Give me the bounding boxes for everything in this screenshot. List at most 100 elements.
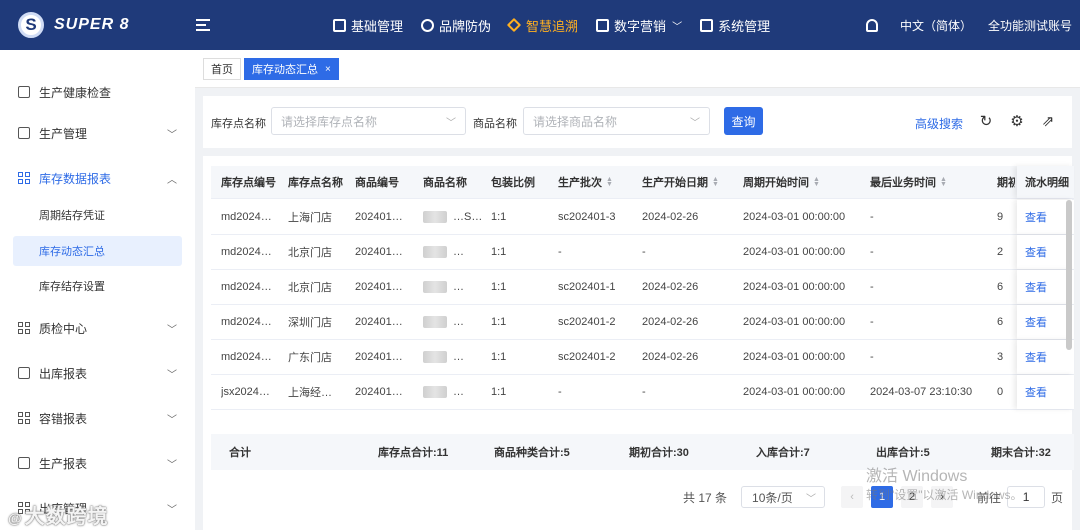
chevron-down-icon: ﹀ (167, 504, 177, 516)
advanced-search-link[interactable]: 高级搜索 (915, 115, 963, 132)
cell-code: jsx2024… (221, 386, 270, 398)
search-panel: 库存点名称 请选择库存点名称 ﹀ 商品名称 请选择商品名称 ﹀ 查询 高级搜索 … (203, 96, 1072, 148)
top-navbar: S SUPER 8 基础管理 品牌防伪 智慧追溯 数字营销 ﹀ 系统管理 中文（… (0, 0, 1080, 50)
cell-last-time: - (870, 316, 874, 328)
cell-code: md2024… (221, 351, 272, 363)
summary-closing: 期末合计:32 (991, 447, 1051, 459)
tab-inventory-summary[interactable]: 库存动态汇总 × (244, 58, 339, 80)
document-icon (18, 457, 30, 469)
box-icon (596, 18, 610, 32)
export-icon[interactable]: ⇗ (1040, 113, 1056, 130)
sidebar-item-production[interactable]: 生产管理 ﹀ (0, 115, 195, 151)
chevron-down-icon: ﹀ (167, 129, 177, 141)
nav-item-label: 数字营销 (614, 18, 667, 34)
document-icon (18, 86, 30, 98)
sidebar-item-label: 质检中心 (39, 321, 88, 336)
table-row: md2024… 上海门店 202401… …S… 1:1 sc202401-3 2024-0… (211, 200, 1074, 235)
tab-label: 库存动态汇总 (252, 64, 318, 76)
prev-page-button[interactable]: ‹ (841, 486, 864, 508)
menu-toggle-icon[interactable] (196, 16, 210, 34)
bell-icon[interactable] (865, 18, 878, 32)
language-selector[interactable]: 中文（简体） (900, 17, 972, 34)
vertical-scrollbar[interactable] (1066, 200, 1072, 430)
nav-item-basic[interactable]: 基础管理 (324, 0, 412, 50)
col-header-sortable[interactable]: 生产开始日期 ▲ ▼ (642, 166, 719, 198)
chevron-down-icon: ﹀ (672, 21, 683, 33)
nav-item-label: 品牌防伪 (439, 18, 492, 34)
blurred-text (423, 316, 447, 328)
query-button[interactable]: 查询 (724, 107, 763, 135)
sort-icon[interactable]: ▲ ▼ (813, 176, 820, 188)
view-link[interactable]: 查看 (1025, 384, 1047, 400)
sidebar-item-production-report[interactable]: 生产报表 ﹀ (0, 445, 195, 481)
summary-inbound: 入库合计:7 (756, 447, 810, 459)
cell-pcode: 202401… (355, 211, 403, 223)
nav-item-system[interactable]: 系统管理 (691, 0, 779, 50)
close-icon[interactable]: × (325, 64, 331, 75)
view-link[interactable]: 查看 (1025, 209, 1047, 225)
cell-pname-text: …S… (453, 211, 483, 223)
tab-home[interactable]: 首页 (203, 58, 241, 80)
col-header-sortable[interactable]: 最后业务时间 ▲ ▼ (870, 166, 947, 198)
summary-outbound: 出库合计:5 (876, 447, 930, 459)
sort-icon[interactable]: ▲ ▼ (606, 176, 613, 188)
page-size-select[interactable]: 10条/页 ﹀ (741, 486, 826, 508)
sort-icon[interactable]: ▲ ▼ (712, 176, 719, 188)
chevron-down-icon: ﹀ (690, 117, 700, 129)
page-unit: 页 (1051, 490, 1064, 505)
cell-opening: 3 (997, 351, 1004, 363)
cell-pname: … (423, 305, 464, 339)
view-link[interactable]: 查看 (1025, 314, 1047, 330)
sidebar-sub-inventory-summary[interactable]: 库存动态汇总 (13, 236, 182, 266)
nav-item-trace[interactable]: 智慧追溯 (500, 0, 587, 50)
chevron-down-icon: ﹀ (167, 459, 177, 471)
cell-code: md2024… (221, 211, 272, 223)
sidebar-item-qc[interactable]: 质检中心 ﹀ (0, 310, 195, 346)
image-icon (18, 367, 30, 379)
grid-icon (18, 322, 30, 334)
chevron-down-icon: ﹀ (167, 369, 177, 381)
sidebar-sub-balance-settings[interactable]: 库存结存设置 (13, 271, 182, 301)
main-nav: 基础管理 品牌防伪 智慧追溯 数字营销 ﹀ 系统管理 (324, 0, 779, 50)
scroll-thumb[interactable] (1066, 200, 1072, 350)
view-link[interactable]: 查看 (1025, 349, 1047, 365)
cell-start-date: - (642, 246, 646, 258)
col-header-sortable[interactable]: 周期开始时间 ▲ ▼ (743, 166, 820, 198)
cell-last-time: - (870, 351, 874, 363)
pagination-total: 共 17 条 (683, 490, 728, 505)
summary-product-kinds: 商品种类合计:5 (494, 447, 570, 459)
cell-opening: 9 (997, 211, 1004, 223)
sidebar-sub-cycle-voucher[interactable]: 周期结存凭证 (13, 200, 182, 230)
nav-item-brand[interactable]: 品牌防伪 (412, 0, 500, 50)
tabs-bar: 首页 库存动态汇总 × (195, 50, 1080, 88)
view-link[interactable]: 查看 (1025, 279, 1047, 295)
cell-last-time: 2024-03-07 23:10:30 (870, 386, 973, 398)
cell-ratio: 1:1 (491, 211, 507, 223)
logo[interactable]: S SUPER 8 (0, 12, 190, 38)
view-link[interactable]: 查看 (1025, 244, 1047, 260)
cell-code: md2024… (221, 246, 272, 258)
sidebar-item-fault-report[interactable]: 容错报表 ﹀ (0, 400, 195, 436)
sidebar-item-label: 库存数据报表 (39, 171, 112, 186)
sidebar-item-outbound-report[interactable]: 出库报表 ﹀ (0, 355, 195, 391)
refresh-icon[interactable]: ↻ (978, 113, 994, 130)
account-name[interactable]: 全功能测试账号 (988, 17, 1072, 34)
col-header-sortable[interactable]: 生产批次 ▲ ▼ (558, 166, 613, 198)
search-icon (421, 18, 435, 32)
sidebar-item-label: 生产报表 (39, 456, 88, 471)
cell-start-date: 2024-02-26 (642, 281, 699, 293)
warehouse-select[interactable]: 请选择库存点名称 ﹀ (271, 107, 466, 135)
cell-pname: … (423, 235, 464, 269)
sidebar-item-inventory-reports[interactable]: 库存数据报表 ︿ (0, 160, 195, 196)
nav-item-marketing[interactable]: 数字营销 ﹀ (587, 0, 691, 50)
sidebar-item-health-check[interactable]: 生产健康检查 (0, 74, 195, 110)
cell-ratio: 1:1 (491, 316, 507, 328)
gear-icon[interactable]: ⚙ (1009, 113, 1025, 130)
chevron-down-icon: ﹀ (167, 324, 177, 336)
table-header: 库存点编号 库存点名称 商品编号 商品名称 包装比例 生产批次 ▲ ▼ 生产开始日期… (211, 166, 1074, 199)
cell-pname-text: … (453, 351, 464, 363)
sort-icon[interactable]: ▲ ▼ (940, 176, 947, 188)
product-select[interactable]: 请选择商品名称 ﹀ (523, 107, 710, 135)
cell-batch: sc202401-1 (558, 281, 616, 293)
watermark-sub: 转到"设置"以激活 Windows。 (866, 488, 1023, 502)
